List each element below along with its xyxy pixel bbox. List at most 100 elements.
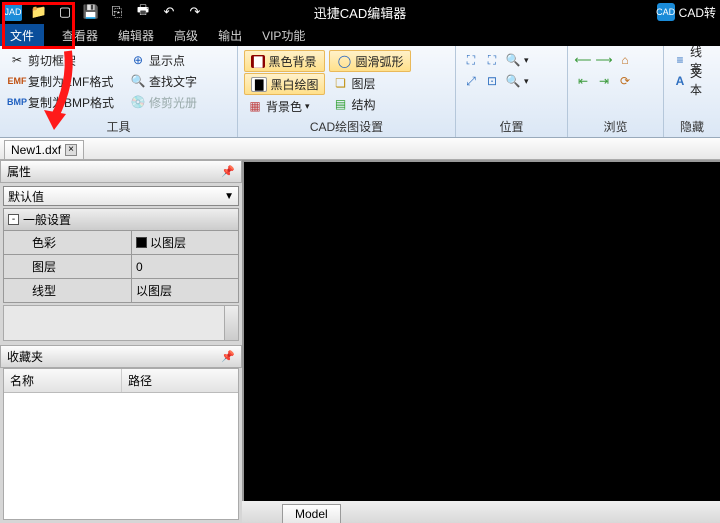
close-icon[interactable]: ×	[65, 144, 77, 156]
menu-editor[interactable]: 编辑器	[108, 24, 164, 46]
bg-color-button[interactable]: ▦背景色 ▾	[244, 96, 325, 116]
prop-row-color[interactable]: 色彩 以图层	[3, 231, 239, 255]
cad-convert-button[interactable]: CAD CAD转	[657, 3, 716, 21]
ribbon-group-tools: ✂剪切框架 EMF复制为EMF格式 BMP复制为BMP格式 ⊕显示点 🔍查找文字…	[0, 46, 238, 137]
prop-key: 线型	[4, 279, 132, 302]
menu-vip[interactable]: VIP功能	[252, 24, 315, 46]
palette-icon: ▦	[247, 98, 263, 114]
col-name[interactable]: 名称	[4, 369, 122, 392]
first-icon: ⇤	[575, 73, 591, 89]
tree-icon: ▤	[332, 96, 348, 112]
search-icon: 🔍	[130, 73, 146, 89]
zoom-extents-button[interactable]: ⛶	[483, 50, 501, 70]
next-button[interactable]: ⟶	[595, 50, 613, 70]
prop-value: 以图层	[136, 282, 172, 299]
copy-icon[interactable]: ⎘	[108, 3, 126, 21]
text-button[interactable]: A文本	[670, 71, 714, 91]
property-grid: - 一般设置 色彩 以图层 图层 0 线型 以图层	[3, 208, 239, 303]
doc-tab-new1[interactable]: New1.dxf ×	[4, 140, 84, 159]
prop-row-layer[interactable]: 图层 0	[3, 255, 239, 279]
properties-title-label: 属性	[7, 163, 31, 180]
prop-group-general[interactable]: - 一般设置	[3, 208, 239, 231]
zoom-window-button[interactable]: ⛶	[462, 50, 480, 70]
ribbon-group-cad: ▇黑色背景 ▇黑白绘图 ▦背景色 ▾ ◯圆滑弧形 ❏图层 ▤结构 CAD绘图设置	[238, 46, 456, 137]
ribbon: ✂剪切框架 EMF复制为EMF格式 BMP复制为BMP格式 ⊕显示点 🔍查找文字…	[0, 46, 720, 138]
drawing-canvas[interactable]	[244, 162, 720, 501]
print-icon[interactable]: 🖶	[134, 3, 152, 21]
home-button[interactable]: ⌂	[616, 50, 634, 70]
copy-emf-button[interactable]: EMF复制为EMF格式	[6, 71, 117, 91]
menu-output[interactable]: 输出	[208, 24, 252, 46]
main-area: 属性 📌 默认值 ▼ - 一般设置 色彩 以图层 图层 0 线型 以图层	[0, 160, 720, 523]
prop-row-linetype[interactable]: 线型 以图层	[3, 279, 239, 303]
zoom-center-icon: ⊡	[484, 73, 500, 89]
prev-button[interactable]: ⟵	[574, 50, 592, 70]
disc-icon: 💿	[130, 94, 146, 110]
left-pane: 属性 📌 默认值 ▼ - 一般设置 色彩 以图层 图层 0 线型 以图层	[0, 160, 242, 523]
zoom-window-icon: ⛶	[463, 52, 479, 68]
zoom-center-button[interactable]: ⊡	[483, 71, 501, 91]
default-combo[interactable]: 默认值 ▼	[3, 186, 239, 206]
arrow-left-icon: ⟵	[575, 52, 591, 68]
layer-button[interactable]: ❏图层	[329, 73, 410, 93]
ribbon-group-position: ⛶ ⛶ 🔍▾ ⤢ ⊡ 🔍▾ 位置	[456, 46, 568, 137]
app-title: 迅捷CAD编辑器	[314, 3, 406, 22]
property-help-area	[3, 305, 239, 341]
arrow-right-icon: ⟶	[596, 52, 612, 68]
ribbon-browse-label: 浏览	[574, 117, 657, 137]
ribbon-group-browse: ⟵ ⟶ ⌂ ⇤ ⇥ ⟳ 浏览	[568, 46, 664, 137]
bw-draw-button[interactable]: ▇黑白绘图	[244, 73, 325, 95]
doc-tab-label: New1.dxf	[11, 143, 61, 157]
show-point-button[interactable]: ⊕显示点	[127, 50, 200, 70]
prop-group-label: 一般设置	[23, 211, 71, 228]
copy-bmp-button[interactable]: BMP复制为BMP格式	[6, 92, 117, 112]
black-bg-button[interactable]: ▇黑色背景	[244, 50, 325, 72]
zoom-in-icon: 🔍	[505, 52, 521, 68]
layout-tabs: Model	[242, 501, 720, 523]
cut-frame-button[interactable]: ✂剪切框架	[6, 50, 117, 70]
pin-icon[interactable]: 📌	[221, 165, 235, 178]
undo-icon[interactable]: ↶	[160, 3, 178, 21]
open-icon[interactable]: 📁	[30, 3, 48, 21]
collapse-icon[interactable]: -	[8, 214, 19, 225]
menu-advanced[interactable]: 高级	[164, 24, 208, 46]
last-icon: ⇥	[596, 73, 612, 89]
find-text-button[interactable]: 🔍查找文字	[127, 71, 200, 91]
refresh-icon: ⟳	[617, 73, 633, 89]
redo-icon[interactable]: ↷	[186, 3, 204, 21]
properties-panel-title: 属性 📌	[0, 160, 242, 183]
first-button[interactable]: ⇤	[574, 71, 592, 91]
zoom-extents-icon: ⛶	[484, 52, 500, 68]
structure-button[interactable]: ▤结构	[329, 94, 410, 114]
ribbon-group-hide: ≡线宽 A文本 隐藏	[664, 46, 720, 137]
model-tab[interactable]: Model	[282, 504, 341, 523]
menu-bar: 文件 查看器 编辑器 高级 输出 VIP功能	[0, 24, 720, 46]
new-icon[interactable]: ▢	[56, 3, 74, 21]
zoom-out-button[interactable]: 🔍▾	[504, 71, 530, 91]
favorites-header: 名称 路径	[4, 369, 238, 393]
save-icon[interactable]: 💾	[82, 3, 100, 21]
zoom-in-button[interactable]: 🔍▾	[504, 50, 530, 70]
document-tabs: New1.dxf ×	[0, 138, 720, 160]
app-icon: JAD	[4, 3, 22, 21]
fill-icon: ▇	[251, 55, 265, 68]
home-icon: ⌂	[617, 52, 633, 68]
pin-icon[interactable]: 📌	[221, 350, 235, 363]
prop-key: 色彩	[4, 231, 132, 254]
fit-icon: ⤢	[463, 73, 479, 89]
trim-disc-button: 💿修剪光册	[127, 92, 200, 112]
prop-value: 以图层	[150, 234, 186, 251]
last-button[interactable]: ⇥	[595, 71, 613, 91]
menu-viewer[interactable]: 查看器	[44, 24, 108, 46]
arc-icon: ◯	[336, 53, 352, 69]
chevron-down-icon: ▼	[224, 191, 234, 202]
favorites-title-label: 收藏夹	[7, 348, 43, 365]
fit-button[interactable]: ⤢	[462, 71, 480, 91]
text-icon: A	[673, 73, 687, 89]
menu-file[interactable]: 文件	[0, 24, 44, 46]
combo-value: 默认值	[8, 188, 44, 205]
refresh-button[interactable]: ⟳	[616, 71, 634, 91]
crosshair-icon: ⊕	[130, 52, 146, 68]
col-path[interactable]: 路径	[122, 369, 158, 392]
smooth-arc-button[interactable]: ◯圆滑弧形	[329, 50, 410, 72]
